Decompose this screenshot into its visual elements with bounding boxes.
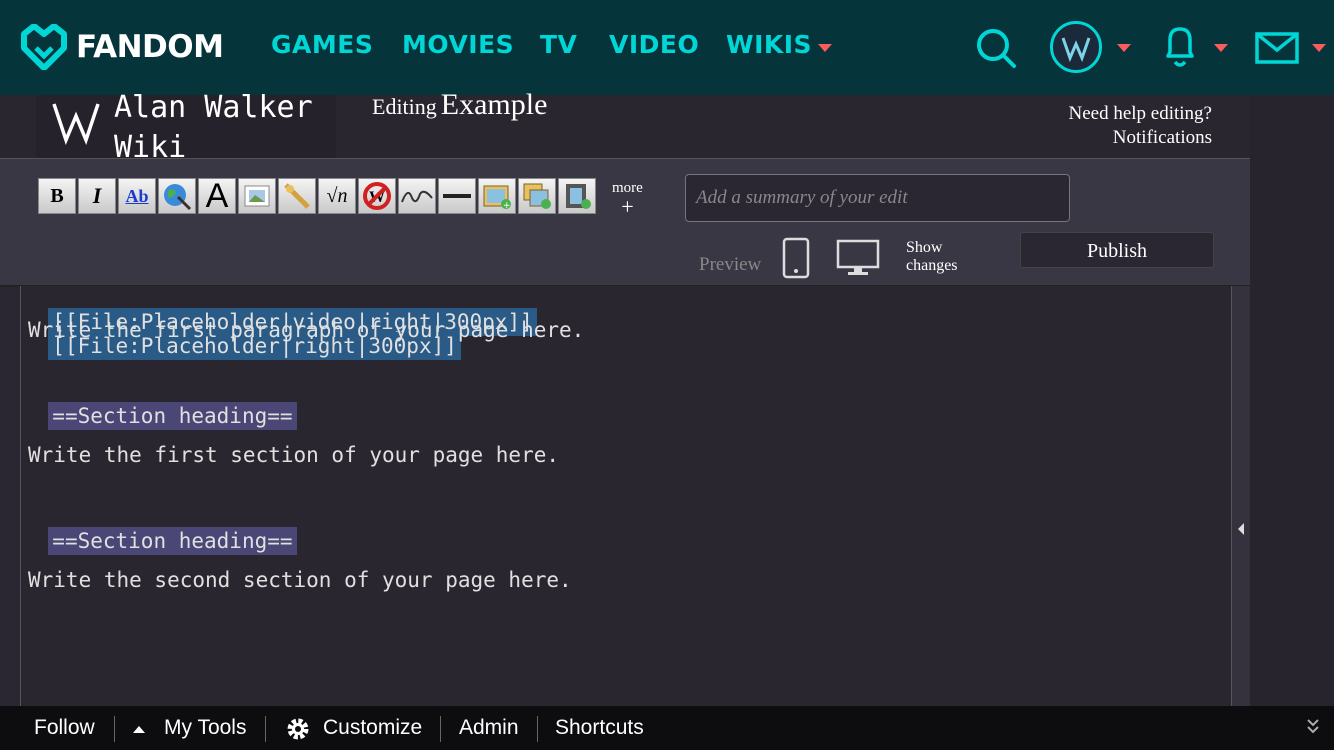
alan-walker-logo-icon[interactable] (50, 96, 102, 146)
horizontal-line-button[interactable] (438, 178, 476, 214)
publish-button[interactable]: Publish (1020, 232, 1214, 268)
page-right-gutter (1250, 95, 1334, 706)
nav-movies[interactable]: MOVIES (402, 30, 514, 59)
editor-right-rail (1232, 286, 1250, 706)
fandom-heart-icon (21, 24, 67, 70)
notifications-chevron-down-icon[interactable] (1214, 44, 1228, 52)
gear-icon[interactable] (285, 716, 311, 742)
nav-video[interactable]: VIDEO (609, 30, 699, 59)
mobile-preview-icon[interactable] (782, 237, 810, 279)
divider (537, 716, 538, 742)
admin-button[interactable]: Admin (459, 716, 519, 740)
show-changes-line1: Show (906, 239, 943, 256)
media-link-button[interactable] (278, 178, 316, 214)
internal-link-icon: Ab (125, 185, 149, 206)
add-photo-button[interactable]: + (478, 178, 516, 214)
editor-line-heading: ==Section heading== (23, 505, 297, 555)
messages-chevron-down-icon[interactable] (1312, 44, 1326, 52)
add-video-button[interactable] (558, 178, 596, 214)
nav-wikis[interactable]: WIKIS (726, 30, 812, 59)
search-icon[interactable] (974, 26, 1018, 70)
article-title: Example (440, 88, 548, 121)
add-gallery-icon (523, 183, 551, 209)
help-links: Need help editing? Notifications (1068, 102, 1212, 150)
media-icon (284, 183, 310, 209)
more-tools-button[interactable]: more + (612, 180, 643, 219)
bold-icon: B (50, 184, 64, 207)
desktop-preview-icon[interactable] (836, 239, 880, 277)
collapse-rail-icon[interactable] (1236, 522, 1246, 536)
section-heading-markup: ==Section heading== (48, 527, 297, 555)
add-video-icon (566, 184, 591, 209)
help-editing-link[interactable]: Need help editing? (1068, 102, 1212, 126)
wikitext-toolbar: B I Ab A √n W + (38, 178, 598, 214)
notifications-link[interactable]: Notifications (1068, 126, 1212, 150)
italic-icon: I (92, 183, 102, 208)
svg-text:+: + (503, 201, 511, 210)
show-changes-button[interactable]: Show changes (906, 239, 958, 275)
bell-icon[interactable] (1164, 24, 1196, 70)
editor-line: Write the first section of your page her… (28, 443, 560, 467)
bold-button[interactable]: B (38, 178, 76, 214)
avatar[interactable] (1050, 21, 1102, 73)
fandom-wordmark: FANDOM (76, 29, 224, 65)
editor-line-heading: ==Section heading== (23, 380, 297, 430)
divider (114, 716, 115, 742)
nav-games[interactable]: GAMES (271, 30, 373, 59)
editor-line: Write the second section of your page he… (28, 568, 572, 592)
edit-summary-input[interactable]: Add a summary of your edit (685, 174, 1070, 222)
signature-button[interactable] (398, 178, 436, 214)
caret-up-icon[interactable] (132, 724, 146, 734)
my-tools-button[interactable]: My Tools (164, 716, 246, 740)
show-changes-line2: changes (906, 257, 958, 274)
add-photo-icon: + (483, 185, 511, 210)
user-chevron-down-icon[interactable] (1117, 44, 1131, 52)
double-chevron-down-icon[interactable] (1306, 718, 1320, 736)
preview-label: Preview (699, 254, 762, 275)
add-gallery-button[interactable] (518, 178, 556, 214)
mail-icon[interactable] (1255, 32, 1299, 64)
horizontal-line-icon (443, 194, 471, 198)
heading-icon: A (205, 177, 229, 215)
customize-button[interactable]: Customize (323, 716, 422, 740)
external-link-button[interactable] (158, 178, 196, 214)
math-icon: √n (326, 184, 348, 207)
nav-tv[interactable]: TV (540, 30, 577, 59)
alan-walker-avatar-icon (1061, 37, 1091, 63)
embedded-file-button[interactable] (238, 178, 276, 214)
follow-button[interactable]: Follow (34, 716, 95, 740)
editor-line: Write the first paragraph of your page h… (28, 318, 585, 342)
italic-button[interactable]: I (78, 178, 116, 214)
globe-icon (164, 184, 192, 211)
divider (265, 716, 266, 742)
divider (440, 716, 441, 742)
heading-button[interactable]: A (198, 178, 236, 214)
nowiki-button[interactable]: W (358, 178, 396, 214)
section-heading-markup: ==Section heading== (48, 402, 297, 430)
editing-label: Editing (372, 94, 437, 119)
wiki-name-line1: Alan Walker (114, 90, 313, 125)
internal-link-button[interactable]: Ab (118, 178, 156, 214)
image-icon (244, 185, 270, 207)
wikis-chevron-down-icon[interactable] (818, 44, 832, 52)
signature-icon (401, 190, 433, 203)
wiki-name[interactable]: Alan Walker Wiki (114, 88, 313, 168)
page-title: Editing Example (372, 88, 547, 122)
fandom-logo[interactable]: FANDOM (20, 24, 224, 70)
shortcuts-button[interactable]: Shortcuts (555, 716, 644, 740)
math-button[interactable]: √n (318, 178, 356, 214)
no-wiki-icon: W (363, 182, 391, 210)
plus-icon: + (621, 194, 634, 219)
